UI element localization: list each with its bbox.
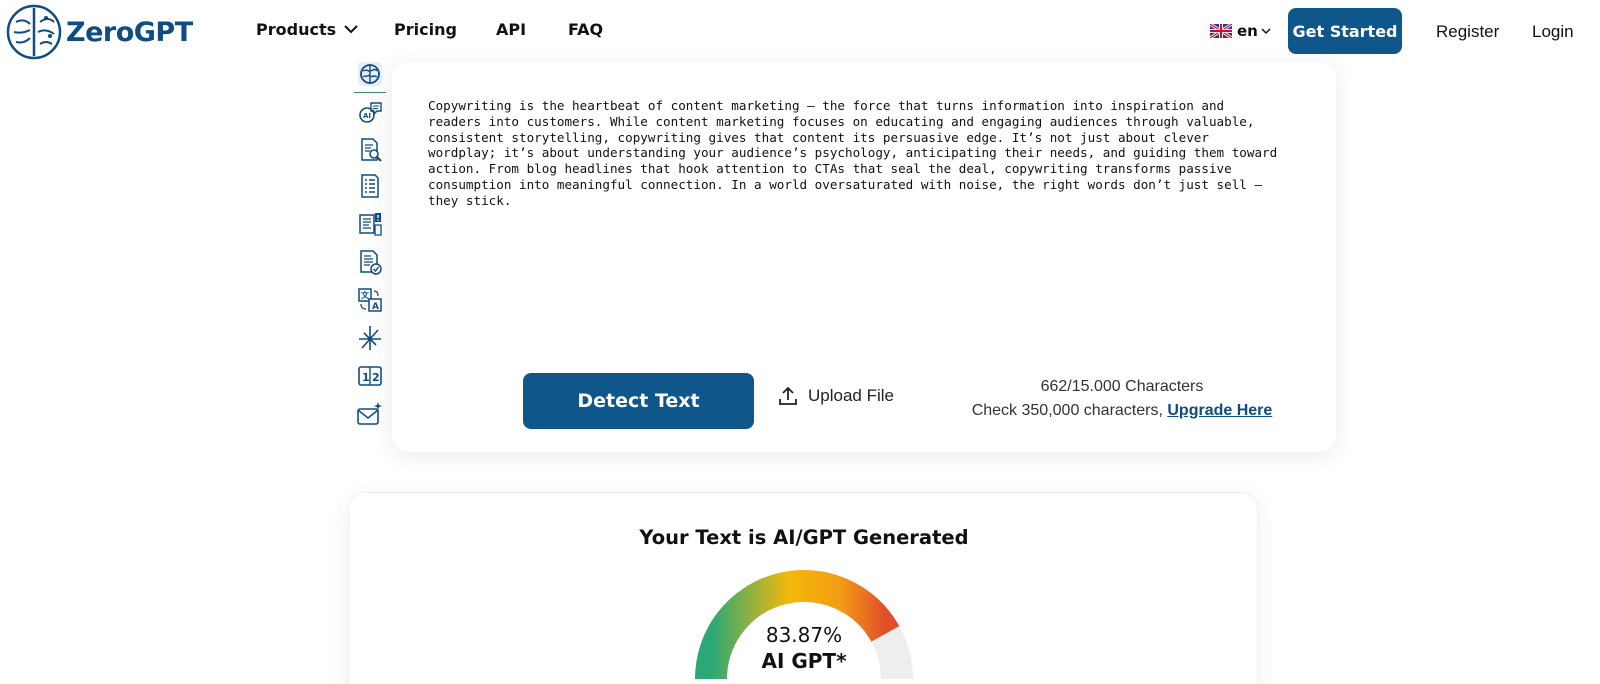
document-search-icon bbox=[361, 138, 382, 162]
result-card: Your Text is AI/GPT Generated 83.87% AI … bbox=[348, 492, 1258, 684]
get-started-button[interactable]: Get Started bbox=[1288, 8, 1402, 54]
nav-api[interactable]: API bbox=[496, 20, 526, 39]
register-link[interactable]: Register bbox=[1436, 22, 1499, 42]
chevron-down-icon bbox=[344, 25, 358, 34]
ai-chat-icon: AI bbox=[359, 102, 382, 123]
upgrade-link[interactable]: Upgrade Here bbox=[1167, 402, 1272, 419]
tool-ai-chat[interactable]: AI bbox=[356, 99, 384, 127]
document-check-icon bbox=[360, 250, 382, 275]
uk-flag-icon bbox=[1210, 24, 1232, 38]
email-sparkle-icon bbox=[357, 402, 382, 425]
svg-text:A: A bbox=[372, 302, 379, 312]
tools-sidebar: AI 文 A 1 2 bbox=[352, 58, 386, 450]
top-navbar: ZeroGPT Products Pricing API FAQ en Get … bbox=[0, 0, 1600, 64]
brand-name: ZeroGPT bbox=[66, 16, 193, 48]
translate-icon: 文 A bbox=[358, 288, 382, 312]
tool-ai-detector[interactable] bbox=[356, 60, 384, 88]
nav-products-label: Products bbox=[256, 20, 337, 39]
upload-file-button[interactable]: Upload File bbox=[778, 386, 894, 406]
tool-translator[interactable]: 文 A bbox=[356, 286, 384, 314]
ai-gpt-label: AI GPT* bbox=[761, 649, 847, 673]
sparkle-icon bbox=[359, 326, 381, 350]
tool-email-writer[interactable] bbox=[356, 400, 384, 428]
svg-text:2: 2 bbox=[372, 371, 380, 384]
ai-percentage: 83.87% bbox=[765, 623, 843, 647]
nav-pricing[interactable]: Pricing bbox=[394, 20, 457, 39]
upload-file-label: Upload File bbox=[808, 386, 894, 405]
language-label: en bbox=[1237, 22, 1258, 40]
document-list-icon bbox=[361, 174, 379, 198]
nav-faq[interactable]: FAQ bbox=[568, 20, 603, 39]
chevron-down-icon bbox=[1261, 27, 1271, 34]
report-alert-icon bbox=[359, 213, 382, 236]
brain-logo-icon bbox=[6, 4, 62, 60]
character-count: 662/15.000 Characters bbox=[1040, 378, 1204, 395]
brain-icon bbox=[358, 62, 382, 86]
tool-grammar-check[interactable] bbox=[356, 248, 384, 276]
upload-icon bbox=[779, 386, 797, 405]
language-selector[interactable]: en bbox=[1210, 22, 1271, 40]
svg-text:AI: AI bbox=[363, 112, 371, 120]
svg-text:1: 1 bbox=[362, 371, 370, 384]
upgrade-notice: Check 350,000 characters, Upgrade Here bbox=[952, 402, 1292, 420]
tool-ai-writer[interactable] bbox=[356, 324, 384, 352]
upgrade-notice-text: Check 350,000 characters, bbox=[971, 402, 1163, 419]
detect-text-button[interactable]: Detect Text bbox=[523, 373, 754, 429]
tool-word-counter[interactable]: 1 2 bbox=[356, 362, 384, 390]
tool-plagiarism[interactable] bbox=[356, 136, 384, 164]
result-title: Your Text is AI/GPT Generated bbox=[639, 526, 969, 549]
text-input-card: Copywriting is the heartbeat of content … bbox=[392, 62, 1336, 452]
text-input-area[interactable]: Copywriting is the heartbeat of content … bbox=[428, 98, 1308, 209]
counter-icon: 1 2 bbox=[358, 366, 382, 386]
brand-logo[interactable]: ZeroGPT bbox=[6, 4, 193, 60]
login-link[interactable]: Login bbox=[1532, 22, 1574, 42]
tool-summarizer[interactable] bbox=[356, 172, 384, 200]
active-tool-indicator bbox=[354, 92, 386, 93]
tool-report[interactable] bbox=[356, 210, 384, 238]
nav-products[interactable]: Products bbox=[256, 20, 358, 39]
